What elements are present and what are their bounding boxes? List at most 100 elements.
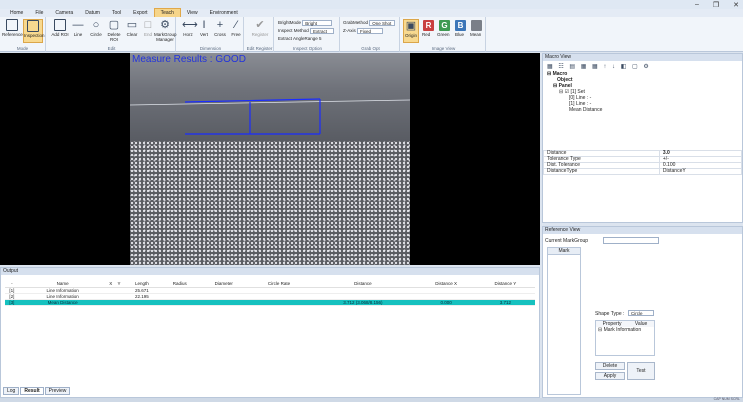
property-grid: Distance 3.0 Tolerance Type +/- Dist. Tole…: [543, 150, 743, 175]
ribbon: Reference Inspection Mode Add ROI ― Line …: [0, 17, 743, 52]
measure-result-text: Measure Results : GOOD: [132, 54, 246, 65]
reference-button[interactable]: Reference: [2, 19, 23, 43]
inspection-button[interactable]: Inspection: [23, 19, 45, 43]
inspect-method-select[interactable]: Extract: [310, 28, 335, 34]
measurement-overlay: [130, 98, 410, 135]
blue-channel-icon[interactable]: B: [455, 20, 466, 31]
output-table: - Name X Y Length Radius Diameter Circle…: [5, 280, 535, 306]
close-button[interactable]: ✕: [733, 1, 739, 9]
reference-icon: [6, 19, 18, 31]
status-indicators: CAP NUM SCRL: [713, 397, 740, 401]
extract-angle-value[interactable]: 5: [319, 36, 322, 41]
tree-mean-distance[interactable]: Mean Distance: [569, 107, 602, 113]
line-button[interactable]: ― Line: [68, 19, 88, 43]
group-label: Mode: [16, 46, 29, 51]
macro-toolbar[interactable]: ▦ ☷ ▤ ▦ ▦ ↑ ↓ ◧ ▢ ⚙: [547, 63, 651, 70]
menu-camera[interactable]: Camera: [49, 9, 79, 17]
macro-view-title: Macro View: [543, 54, 742, 61]
markgroup-manager-button[interactable]: ⚙ MarkGroup Manager: [154, 19, 177, 43]
ribbon-group-edit-register: ✔ Register Edit Register: [246, 17, 274, 52]
line-icon: ―: [72, 19, 84, 31]
free-button[interactable]: ⁄ Free: [226, 19, 246, 43]
shape-type-label: Shape Type :: [595, 311, 625, 317]
reference-view-title: Reference View: [543, 227, 742, 234]
menu-export[interactable]: Export: [127, 9, 153, 17]
status-bar: CAP NUM SCRL: [0, 397, 743, 402]
test-button[interactable]: Test: [627, 362, 655, 380]
output-tabs: Log Result Preview: [1, 387, 71, 395]
menu-datum[interactable]: Datum: [79, 9, 106, 17]
output-panel: Output - Name X Y Length Radius Diameter…: [0, 267, 540, 398]
cross-dimension-icon: +: [216, 19, 224, 31]
mark-list[interactable]: Mark: [547, 247, 581, 395]
check-icon: ✔: [255, 19, 265, 31]
group-label: Image View: [431, 46, 456, 51]
mark-list-header: Mark: [548, 248, 580, 255]
title-bar: – ❐ ✕: [0, 0, 743, 9]
ribbon-group-dimension: ⟷ Horz I Vert + Cross ⁄ Free Dimension: [178, 17, 244, 52]
zaxis-label: Z-Axis: [343, 28, 356, 34]
ribbon-group-inspect-option: BrightMode Bright Inspect Method Extract…: [276, 17, 340, 52]
menu-bar: Home File Camera Datum Tool Export Teach…: [0, 8, 743, 18]
output-header-row: - Name X Y Length Radius Diameter Circle…: [5, 280, 535, 288]
menu-file[interactable]: File: [29, 9, 49, 17]
maximize-button[interactable]: ❐: [713, 1, 719, 9]
menu-environment[interactable]: Environment: [204, 9, 244, 17]
origin-button[interactable]: ▣ Origin: [403, 19, 419, 43]
output-title: Output: [1, 268, 539, 275]
delete-button[interactable]: Delete: [595, 362, 625, 370]
origin-image-icon: ▣: [405, 20, 417, 32]
ribbon-group-edit: Add ROI ― Line ○ Circle ▢ Delete ROI ▭ Clear…: [48, 17, 177, 52]
bright-mode-select[interactable]: Bright: [302, 20, 333, 26]
horizontal-dimension-icon: ⟷: [182, 19, 198, 31]
ribbon-group-grab-opt: GrabMethod One Shot Z-Axis Fixed Grab Op…: [342, 17, 400, 52]
inspection-image[interactable]: Measure Results : GOOD: [130, 53, 410, 265]
green-channel-icon[interactable]: G: [439, 20, 450, 31]
group-label: Inspect Option: [292, 46, 323, 51]
minimize-button[interactable]: –: [695, 1, 699, 9]
markgroup-select[interactable]: [603, 237, 659, 244]
menu-tool[interactable]: Tool: [106, 9, 127, 17]
zaxis-select[interactable]: Fixed: [357, 28, 384, 34]
shape-property-grid: Property Value ⊟ Mark Information: [595, 320, 655, 356]
tab-result[interactable]: Result: [20, 387, 44, 395]
menu-view[interactable]: View: [181, 9, 204, 17]
clear-icon: ▭: [126, 19, 138, 31]
edge-line: [130, 99, 410, 106]
register-button[interactable]: ✔ Register: [250, 19, 270, 43]
circle-icon: ○: [92, 19, 100, 31]
group-label: Edit: [107, 46, 116, 51]
mark-information-row[interactable]: ⊟ Mark Information: [596, 327, 654, 333]
shape-type-select[interactable]: Circle: [628, 310, 654, 316]
grab-method-select[interactable]: One Shot: [369, 20, 396, 26]
macro-view-panel: Macro View ▦ ☷ ▤ ▦ ▦ ↑ ↓ ◧ ▢ ⚙ ⊟ Macro O…: [542, 53, 743, 223]
tab-preview[interactable]: Preview: [44, 387, 71, 395]
mean-image-icon[interactable]: [471, 20, 482, 31]
group-label: Grab Opt: [361, 46, 380, 51]
markgroup-icon: ⚙: [160, 19, 170, 31]
group-label: Edit Register: [246, 46, 273, 51]
add-roi-button[interactable]: Add ROI: [50, 19, 70, 43]
tab-log[interactable]: Log: [3, 387, 20, 395]
table-row-selected[interactable]: [3] Mean Distance 3.712 (3.068/8.156) 0.…: [5, 299, 535, 306]
free-dimension-icon: ⁄: [235, 19, 237, 31]
roi-icon: [54, 19, 66, 31]
red-channel-icon[interactable]: R: [423, 20, 434, 31]
delete-icon: ▢: [108, 19, 120, 31]
mean-button-label: Mean: [470, 32, 482, 37]
inspect-method-label: Inspect Method: [278, 28, 309, 34]
end-icon: □: [144, 19, 152, 31]
delete-roi-button[interactable]: ▢ Delete ROI: [104, 19, 124, 43]
property-row[interactable]: DistanceType DistanceY: [543, 168, 743, 175]
circle-button[interactable]: ○ Circle: [86, 19, 106, 43]
apply-button[interactable]: Apply: [595, 372, 625, 380]
grab-method-label: GrabMethod: [343, 20, 369, 26]
ribbon-group-image-view: ▣ Origin R Red G Green B Blue Mean Image …: [402, 17, 486, 52]
ribbon-group-mode: Reference Inspection Mode: [0, 17, 46, 52]
current-markgroup-label: Current MarkGroup: [545, 238, 589, 244]
menu-home[interactable]: Home: [4, 9, 29, 17]
window-controls: – ❐ ✕: [695, 1, 739, 9]
bright-mode-label: BrightMode: [278, 20, 302, 26]
green-button-label: Green: [437, 32, 450, 37]
blue-button-label: Blue: [455, 32, 465, 37]
